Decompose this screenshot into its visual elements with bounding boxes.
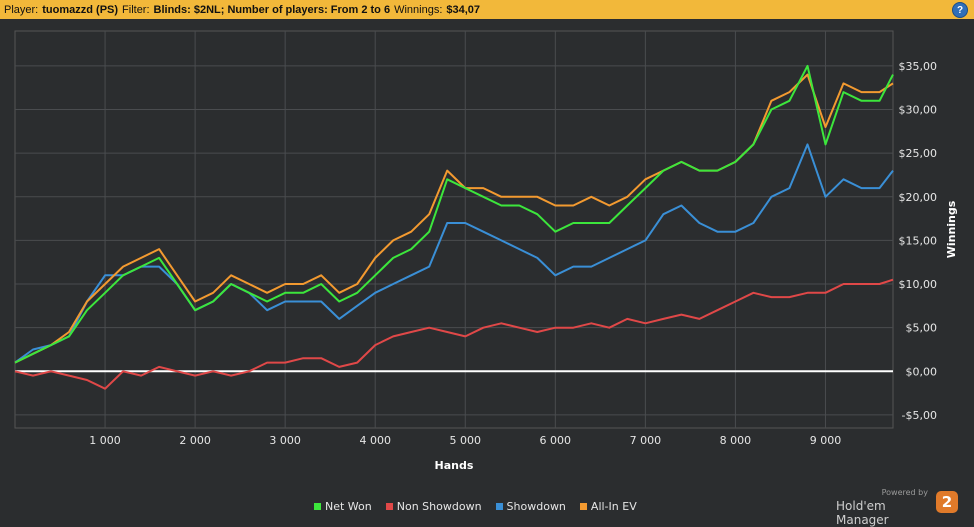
y-tick-label: $5,00 — [906, 322, 938, 335]
x-tick-label: 5 000 — [450, 434, 482, 447]
legend-item-net-won[interactable]: Net Won — [314, 500, 372, 513]
x-tick-label: 2 000 — [179, 434, 211, 447]
legend-item-non-showdown[interactable]: Non Showdown — [385, 500, 482, 513]
chart-svg: 1 000 2 000 3 000 4 000 5 000 6 000 7 000 8 000… — [14, 30, 958, 472]
plot-area — [14, 30, 894, 429]
x-tick-label: 8 000 — [720, 434, 752, 447]
legend-swatch — [495, 503, 503, 510]
y-tick-label: $15,00 — [899, 234, 938, 247]
legend-item-all-in-ev[interactable]: All-In EV — [579, 500, 637, 513]
legend-label: All-In EV — [590, 500, 637, 513]
x-tick-label: 9 000 — [810, 434, 842, 447]
y-tick-label: -$5,00 — [902, 409, 937, 422]
winnings-label: Winnings: — [394, 3, 443, 16]
y-axis-title: Winnings — [945, 200, 958, 258]
x-tick-label: 6 000 — [540, 434, 572, 447]
y-tick-label: $0,00 — [906, 365, 938, 378]
brand-logo-icon: 2 — [936, 491, 958, 513]
y-tick-label: $25,00 — [899, 147, 938, 160]
x-tick-label: 7 000 — [630, 434, 662, 447]
branding: Powered by Hold'em Manager 2 — [836, 488, 966, 527]
legend-label: Showdown — [506, 500, 566, 513]
x-axis-title: Hands — [435, 459, 474, 472]
legend-swatch — [314, 503, 321, 510]
y-tick-label: $35,00 — [899, 60, 938, 73]
filter-bar: Player: tuomazzd (PS) Filter: Blinds: $2… — [0, 0, 974, 19]
brand-name: Hold'em Manager — [836, 499, 889, 527]
chart-legend: Net Won Non Showdown Showdown All-In EV — [314, 500, 637, 513]
legend-item-showdown[interactable]: Showdown — [495, 500, 566, 513]
player-value: tuomazzd (PS) — [42, 3, 119, 16]
help-icon[interactable]: ? — [952, 2, 968, 18]
legend-label: Net Won — [325, 500, 372, 513]
x-tick-label: 3 000 — [269, 434, 301, 447]
winnings-value: $34,07 — [446, 3, 481, 16]
legend-swatch — [579, 503, 587, 510]
y-tick-label: $20,00 — [899, 191, 938, 204]
x-tick-label: 4 000 — [359, 434, 391, 447]
legend-swatch — [385, 503, 393, 510]
winnings-chart: 1 000 2 000 3 000 4 000 5 000 6 000 7 000 8 000… — [0, 19, 974, 520]
x-tick-label: 1 000 — [89, 434, 121, 447]
powered-by-text: Powered by — [881, 488, 928, 497]
y-tick-label: $10,00 — [899, 278, 938, 291]
y-tick-label: $30,00 — [899, 104, 938, 117]
legend-label: Non Showdown — [396, 500, 482, 513]
filter-value: Blinds: $2NL; Number of players: From 2 … — [153, 3, 391, 16]
player-label: Player: — [4, 3, 39, 16]
filter-label: Filter: — [122, 3, 150, 16]
